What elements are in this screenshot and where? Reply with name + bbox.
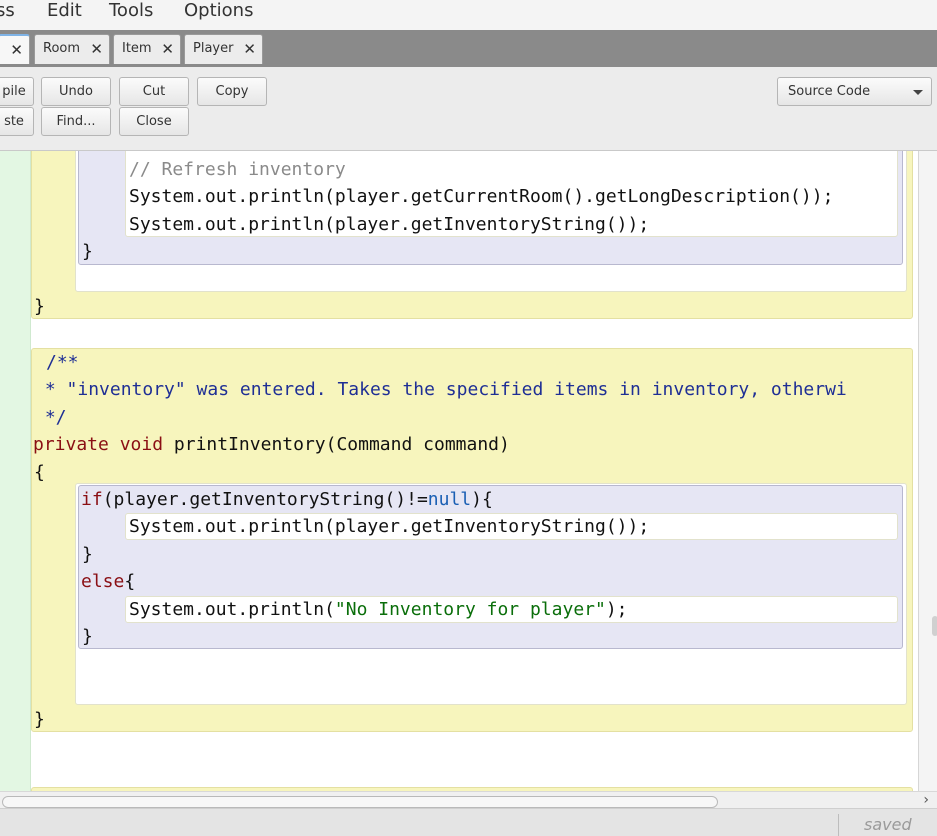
code-line: System.out.println(player.getCurrentRoom… (129, 186, 834, 207)
code-line: System.out.println("No Inventory for pla… (129, 599, 628, 621)
if-statement: if(player.getInventoryString()!=null){ (81, 489, 493, 511)
code-brace: } (34, 709, 45, 730)
code-brace: } (82, 241, 93, 262)
javadoc-close: */ (34, 407, 67, 428)
tab-bar: ✕ Room ✕ Item ✕ Player ✕ (0, 30, 937, 67)
menu-tools[interactable]: Tools (109, 0, 153, 22)
javadoc-text: "inventory" was entered. Takes the speci… (66, 379, 847, 400)
tab-player[interactable]: Player ✕ (184, 34, 263, 64)
code-brace: } (82, 544, 93, 565)
undo-button[interactable]: Undo (41, 77, 111, 106)
editor-toolbar: pile Undo Cut Copy ste Find... Close Sou… (0, 67, 937, 151)
println-call: System.out.println( (129, 599, 335, 620)
horizontal-scrollbar[interactable]: › (0, 791, 937, 809)
copy-button[interactable]: Copy (197, 77, 267, 106)
code-area[interactable]: // Refresh inventory System.out.println(… (31, 151, 937, 791)
string-literal: "No Inventory for player" (334, 599, 606, 620)
code-brace: } (34, 296, 45, 317)
paste-button[interactable]: ste (0, 107, 34, 136)
find-button[interactable]: Find... (41, 107, 111, 136)
status-bar: saved (0, 808, 937, 836)
code-brace: { (34, 462, 45, 483)
if-condition: (player.getInventoryString()!= (102, 489, 428, 510)
javadoc-line: * "inventory" was entered. Takes the spe… (34, 379, 847, 401)
close-button[interactable]: Close (119, 107, 189, 136)
method-signature: private void printInventory(Command comm… (33, 434, 510, 456)
horizontal-scroll-thumb[interactable] (2, 796, 718, 808)
keyword-void: void (119, 434, 164, 455)
menu-class[interactable]: ss (0, 0, 15, 22)
close-icon[interactable]: ✕ (10, 36, 23, 64)
code-comment: // Refresh inventory (129, 159, 346, 180)
view-mode-select[interactable]: Source Code (777, 77, 932, 106)
keyword-if: if (81, 489, 103, 510)
if-condition-end: ){ (471, 489, 493, 510)
code-line: System.out.println(player.getInventorySt… (129, 516, 650, 537)
keyword-else: else (81, 571, 125, 592)
save-status: saved (864, 815, 912, 834)
view-mode-value: Source Code (788, 84, 871, 99)
menu-bar: ss Edit Tools Options (0, 0, 937, 30)
tab-item[interactable]: Item ✕ (113, 34, 181, 64)
method-name: printInventory(Command command) (173, 434, 510, 455)
keyword-private: private (33, 434, 109, 455)
tab-room-label: Room (43, 41, 81, 56)
compile-button[interactable]: pile (0, 77, 34, 106)
line-gutter (0, 151, 31, 791)
code-line: System.out.println(player.getInventorySt… (129, 214, 650, 235)
code-brace: } (82, 626, 93, 647)
vertical-scroll-thumb[interactable] (932, 616, 937, 636)
println-end: ); (605, 599, 628, 620)
source-editor[interactable]: // Refresh inventory System.out.println(… (0, 151, 937, 791)
menu-options[interactable]: Options (184, 0, 253, 22)
chevron-right-icon[interactable]: › (923, 792, 929, 808)
tab-room[interactable]: Room ✕ (34, 34, 110, 64)
vertical-scrollbar[interactable] (918, 151, 937, 791)
cut-button[interactable]: Cut (119, 77, 189, 106)
tab-item-label: Item (122, 41, 152, 56)
chevron-down-icon (913, 90, 923, 95)
close-icon[interactable]: ✕ (243, 35, 256, 63)
close-icon[interactable]: ✕ (90, 35, 103, 63)
tab-current[interactable]: ✕ (0, 34, 30, 64)
else-brace: { (124, 571, 136, 592)
status-divider (838, 814, 839, 836)
keyword-null: null (427, 489, 472, 510)
javadoc-prefix: * (34, 379, 67, 400)
else-statement: else{ (81, 571, 135, 593)
menu-edit[interactable]: Edit (47, 0, 82, 22)
javadoc-open: /** (46, 352, 79, 373)
close-icon[interactable]: ✕ (161, 35, 174, 63)
tab-player-label: Player (193, 41, 234, 56)
